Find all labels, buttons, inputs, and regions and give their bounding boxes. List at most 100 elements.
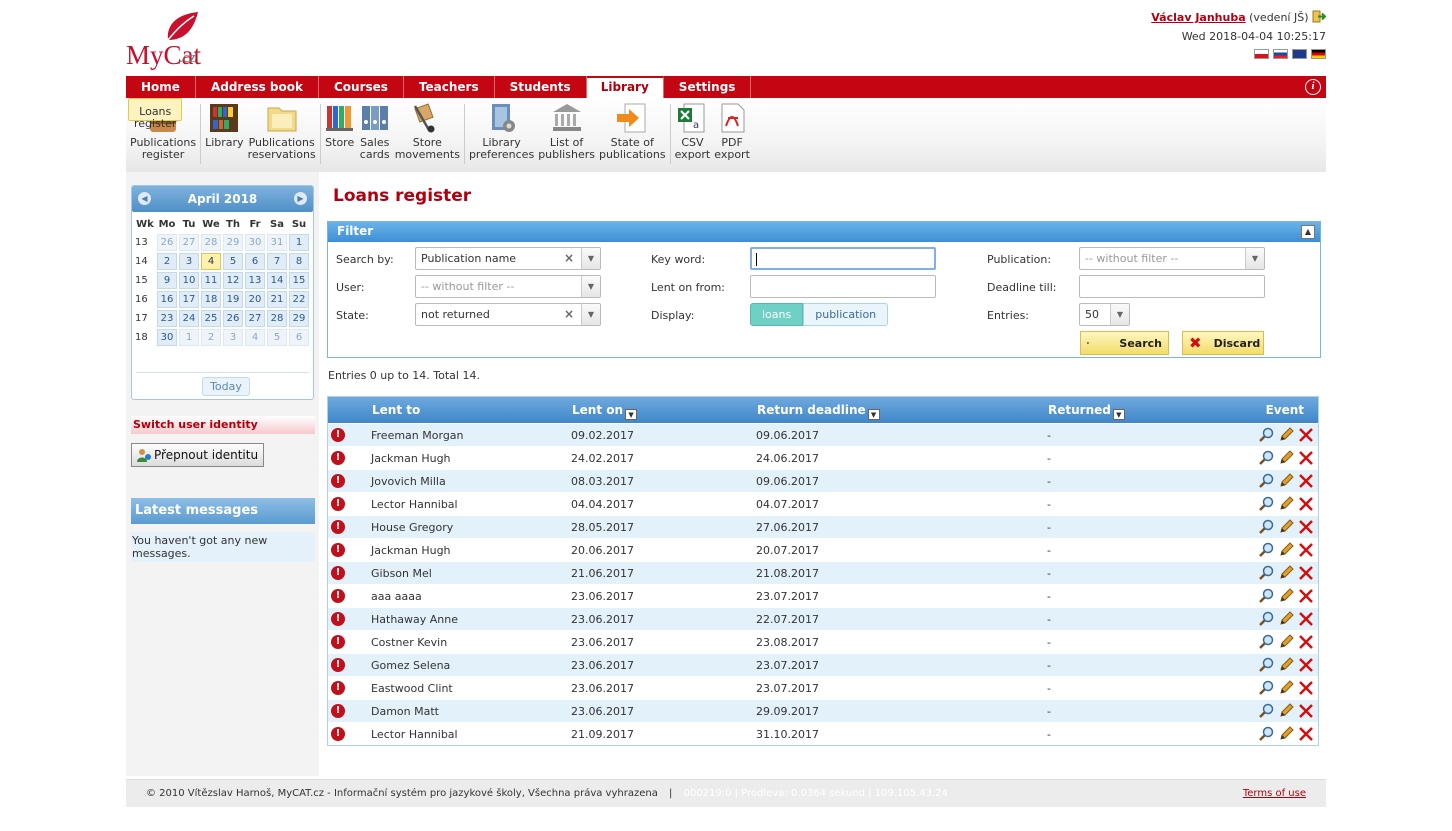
delete-icon[interactable]: [1298, 634, 1314, 650]
pencil-icon[interactable]: [1278, 657, 1294, 673]
delete-icon[interactable]: [1298, 611, 1314, 627]
tab-courses[interactable]: Courses: [319, 76, 404, 98]
calendar-day-today[interactable]: 4: [201, 253, 221, 270]
magnifier-icon[interactable]: [1258, 542, 1274, 558]
flag-de-icon[interactable]: [1311, 49, 1326, 59]
switch-identity-button[interactable]: Přepnout identitu: [131, 443, 264, 467]
calendar-day[interactable]: 6: [289, 329, 309, 346]
mycat-logo[interactable]: MyCat .cz: [126, 10, 236, 72]
logout-icon[interactable]: [1312, 10, 1327, 23]
delete-icon[interactable]: [1298, 680, 1314, 696]
pencil-icon[interactable]: [1278, 542, 1294, 558]
magnifier-icon[interactable]: [1258, 634, 1274, 650]
user-select[interactable]: -- without filter -- ▼: [415, 275, 601, 298]
terms-of-use-link[interactable]: Terms of use: [1243, 788, 1306, 799]
calendar-day[interactable]: 3: [223, 329, 243, 346]
pencil-icon[interactable]: [1278, 427, 1294, 443]
next-month-icon[interactable]: ▶: [294, 192, 307, 205]
flag-sk-icon[interactable]: [1273, 49, 1288, 59]
calendar-day[interactable]: 6: [245, 253, 265, 270]
delete-icon[interactable]: [1298, 450, 1314, 466]
magnifier-icon[interactable]: [1258, 565, 1274, 581]
calendar-day[interactable]: 31: [267, 234, 287, 251]
magnifier-icon[interactable]: [1258, 496, 1274, 512]
magnifier-icon[interactable]: [1258, 680, 1274, 696]
user-name-link[interactable]: Václav Janhuba: [1151, 11, 1245, 24]
calendar-day[interactable]: 30: [157, 329, 177, 346]
chevron-down-icon[interactable]: ▼: [581, 304, 600, 325]
discard-button[interactable]: ✖ Discard: [1182, 331, 1264, 355]
publication-select[interactable]: -- without filter -- ▼: [1079, 247, 1265, 270]
delete-icon[interactable]: [1298, 542, 1314, 558]
calendar-day[interactable]: 27: [179, 234, 199, 251]
toolbar-loans-register[interactable]: Loans register: [128, 98, 183, 130]
entries-select[interactable]: 50 ▼: [1079, 303, 1130, 326]
toolbar-csv-export[interactable]: a CSV export: [673, 98, 713, 166]
today-button[interactable]: Today: [202, 377, 250, 396]
magnifier-icon[interactable]: [1258, 611, 1274, 627]
tab-library[interactable]: Library: [586, 76, 664, 98]
calendar-day[interactable]: 19: [223, 291, 243, 308]
sort-desc-icon[interactable]: ▼: [867, 409, 880, 420]
calendar-day[interactable]: 9: [157, 272, 177, 289]
calendar-day[interactable]: 5: [267, 329, 287, 346]
deadline-till-input[interactable]: [1079, 275, 1265, 298]
search-by-select[interactable]: Publication name × ▼: [415, 247, 601, 270]
flag-cz-icon[interactable]: [1254, 49, 1269, 59]
delete-icon[interactable]: [1298, 565, 1314, 581]
calendar-day[interactable]: 21: [267, 291, 287, 308]
delete-icon[interactable]: [1298, 703, 1314, 719]
prev-month-icon[interactable]: ◀: [138, 192, 151, 205]
toolbar-state-of-publications[interactable]: State of publications: [597, 98, 668, 166]
tab-settings[interactable]: Settings: [664, 76, 752, 98]
collapse-icon[interactable]: ▲: [1301, 225, 1315, 239]
pencil-icon[interactable]: [1278, 634, 1294, 650]
flag-gb-icon[interactable]: [1292, 49, 1307, 59]
clear-icon[interactable]: ×: [564, 251, 574, 265]
delete-icon[interactable]: [1298, 588, 1314, 604]
magnifier-icon[interactable]: [1258, 450, 1274, 466]
calendar-day[interactable]: 30: [245, 234, 265, 251]
pencil-icon[interactable]: [1278, 450, 1294, 466]
pencil-icon[interactable]: [1278, 496, 1294, 512]
magnifier-icon[interactable]: [1258, 657, 1274, 673]
lent-on-from-input[interactable]: [750, 275, 936, 298]
calendar-day[interactable]: 1: [289, 234, 309, 251]
pencil-icon[interactable]: [1278, 519, 1294, 535]
calendar-day[interactable]: 15: [289, 272, 309, 289]
calendar-day[interactable]: 5: [223, 253, 243, 270]
col-lent-to[interactable]: Lent to: [372, 403, 420, 417]
pencil-icon[interactable]: [1278, 565, 1294, 581]
tab-address-book[interactable]: Address book: [196, 76, 319, 98]
search-button[interactable]: Search: [1080, 331, 1169, 355]
calendar-day[interactable]: 27: [245, 310, 265, 327]
calendar-day[interactable]: 4: [245, 329, 265, 346]
delete-icon[interactable]: [1298, 726, 1314, 742]
toolbar-list-of-publishers[interactable]: List of publishers: [536, 98, 597, 166]
delete-icon[interactable]: [1298, 473, 1314, 489]
calendar-day[interactable]: 20: [245, 291, 265, 308]
delete-icon[interactable]: [1298, 427, 1314, 443]
calendar-day[interactable]: 10: [179, 272, 199, 289]
tab-teachers[interactable]: Teachers: [404, 76, 495, 98]
toolbar-sales-cards[interactable]: Sales cards: [357, 98, 393, 166]
calendar-day[interactable]: 2: [157, 253, 177, 270]
chevron-down-icon[interactable]: ▼: [1245, 248, 1264, 269]
calendar-day[interactable]: 23: [157, 310, 177, 327]
toolbar-store-movements[interactable]: Store movements: [393, 98, 462, 166]
magnifier-icon[interactable]: [1258, 427, 1274, 443]
delete-icon[interactable]: [1298, 519, 1314, 535]
calendar-day[interactable]: 29: [223, 234, 243, 251]
delete-icon[interactable]: [1298, 657, 1314, 673]
calendar-day[interactable]: 7: [267, 253, 287, 270]
calendar-day[interactable]: 12: [223, 272, 243, 289]
magnifier-icon[interactable]: [1258, 703, 1274, 719]
toolbar-publications-reservations[interactable]: Publications reservations: [246, 98, 318, 166]
pencil-icon[interactable]: [1278, 473, 1294, 489]
toolbar-library[interactable]: Library: [203, 98, 245, 166]
calendar-day[interactable]: 11: [201, 272, 221, 289]
calendar-day[interactable]: 25: [201, 310, 221, 327]
sort-desc-icon[interactable]: ▼: [1112, 409, 1125, 420]
calendar-day[interactable]: 13: [245, 272, 265, 289]
display-loans-option[interactable]: loans: [750, 303, 804, 326]
